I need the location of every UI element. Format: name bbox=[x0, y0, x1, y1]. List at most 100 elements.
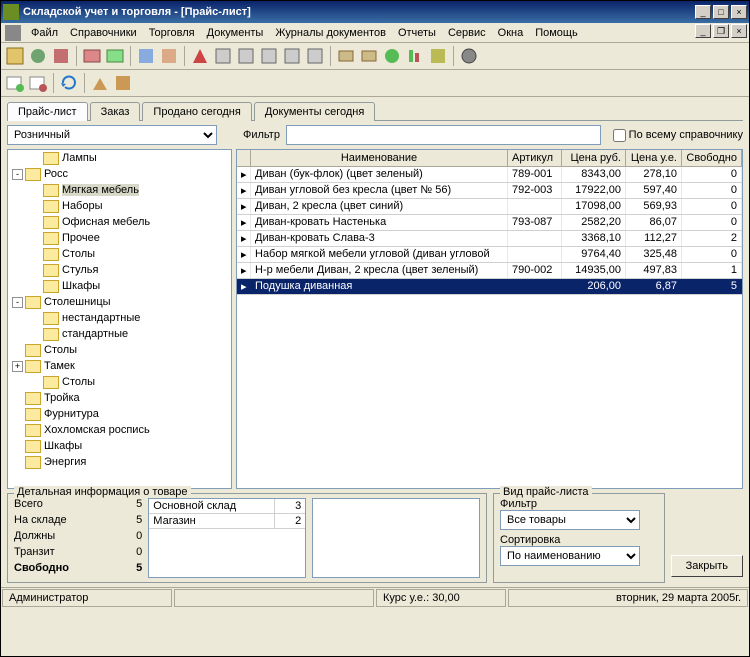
menu-item[interactable]: Торговля bbox=[143, 25, 201, 41]
grid-header[interactable]: Цена у.е. bbox=[626, 150, 682, 166]
tb-icon[interactable] bbox=[82, 46, 102, 66]
grid-row[interactable]: ▸Диван, 2 кресла (цвет синий)17098,00569… bbox=[237, 199, 742, 215]
view-sort-select[interactable]: По наименованию bbox=[500, 546, 640, 566]
grid-row[interactable]: ▸Диван-кровать Настенька793-0872582,2086… bbox=[237, 215, 742, 231]
tb-icon[interactable] bbox=[336, 46, 356, 66]
tb-icon[interactable] bbox=[459, 46, 479, 66]
tb-icon[interactable] bbox=[28, 73, 48, 93]
tb-icon[interactable] bbox=[282, 46, 302, 66]
tree-node[interactable]: -Столешницы bbox=[8, 294, 231, 310]
tree-node[interactable]: Лампы bbox=[8, 150, 231, 166]
tb-icon[interactable] bbox=[136, 46, 156, 66]
menu-item[interactable]: Файл bbox=[25, 25, 64, 41]
mdi-close-button[interactable]: × bbox=[731, 24, 747, 38]
tree-expander[interactable]: - bbox=[12, 169, 23, 180]
tree-node[interactable]: +Тамек bbox=[8, 358, 231, 374]
price-type-select[interactable]: Розничный bbox=[7, 125, 217, 145]
warehouse-row[interactable]: Основной склад3 bbox=[149, 499, 305, 514]
view-filter-select[interactable]: Все товары bbox=[500, 510, 640, 530]
tree-node[interactable]: стандартные bbox=[8, 326, 231, 342]
tb-icon[interactable] bbox=[28, 46, 48, 66]
tree-node[interactable]: Тройка bbox=[8, 390, 231, 406]
grid-header[interactable]: Артикул bbox=[508, 150, 562, 166]
tree-node[interactable]: нестандартные bbox=[8, 310, 231, 326]
tree-node[interactable]: Шкафы bbox=[8, 278, 231, 294]
grid-header[interactable] bbox=[237, 150, 251, 166]
tree-node[interactable]: Мягкая мебель bbox=[8, 182, 231, 198]
mdi-icon bbox=[5, 25, 21, 41]
minimize-button[interactable]: _ bbox=[695, 5, 711, 19]
toolbar-1 bbox=[1, 43, 749, 70]
menu-item[interactable]: Помощь bbox=[529, 25, 584, 41]
tab[interactable]: Прайс-лист bbox=[7, 102, 88, 121]
mdi-restore-button[interactable]: ❐ bbox=[713, 24, 729, 38]
status-rate: Курс у.е.: 30,00 bbox=[376, 589, 506, 607]
tb-icon[interactable] bbox=[213, 46, 233, 66]
tree-node[interactable]: -Росс bbox=[8, 166, 231, 182]
tb-icon[interactable] bbox=[359, 46, 379, 66]
tree-node[interactable]: Энергия bbox=[8, 454, 231, 470]
close-button[interactable]: Закрыть bbox=[671, 555, 743, 577]
grid-header[interactable]: Наименование bbox=[251, 150, 508, 166]
tb-icon[interactable] bbox=[428, 46, 448, 66]
menu-item[interactable]: Отчеты bbox=[392, 25, 442, 41]
tb-icon[interactable] bbox=[90, 73, 110, 93]
tb-icon[interactable] bbox=[405, 46, 425, 66]
tree-node[interactable]: Прочее bbox=[8, 230, 231, 246]
row-icon: ▸ bbox=[237, 215, 251, 230]
stock-table[interactable]: Основной склад3Магазин2 bbox=[148, 498, 306, 578]
tree-node[interactable]: Шкафы bbox=[8, 438, 231, 454]
tb-icon[interactable] bbox=[236, 46, 256, 66]
menu-item[interactable]: Сервис bbox=[442, 25, 492, 41]
tb-icon[interactable] bbox=[51, 46, 71, 66]
grid-header[interactable]: Свободно bbox=[682, 150, 742, 166]
tb-icon[interactable] bbox=[382, 46, 402, 66]
tree-node[interactable]: Столы bbox=[8, 342, 231, 358]
tab[interactable]: Продано сегодня bbox=[142, 102, 251, 121]
tb-icon[interactable] bbox=[105, 46, 125, 66]
tree-expander[interactable]: - bbox=[12, 297, 23, 308]
warehouse-row[interactable]: Магазин2 bbox=[149, 514, 305, 529]
close-button[interactable]: × bbox=[731, 5, 747, 19]
tree-node[interactable]: Офисная мебель bbox=[8, 214, 231, 230]
menu-item[interactable]: Окна bbox=[492, 25, 530, 41]
grid-header[interactable]: Цена руб. bbox=[562, 150, 626, 166]
grid-row[interactable]: ▸Подушка диванная206,006,875 bbox=[237, 279, 742, 295]
menu-item[interactable]: Документы bbox=[201, 25, 270, 41]
grid-row[interactable]: ▸Диван-кровать Слава-33368,10112,272 bbox=[237, 231, 742, 247]
tree-node[interactable]: Стулья bbox=[8, 262, 231, 278]
tab[interactable]: Документы сегодня bbox=[254, 102, 375, 121]
tree-node[interactable]: Столы bbox=[8, 246, 231, 262]
tb-icon[interactable] bbox=[190, 46, 210, 66]
filter-input[interactable] bbox=[286, 125, 601, 145]
tb-icon[interactable] bbox=[159, 46, 179, 66]
detail-panel: Детальная информация о товаре Всего5На с… bbox=[7, 493, 487, 583]
stock-row: Всего5 bbox=[14, 498, 142, 514]
menu-item[interactable]: Справочники bbox=[64, 25, 143, 41]
menu-item[interactable]: Журналы документов bbox=[269, 25, 392, 41]
tb-icon[interactable] bbox=[259, 46, 279, 66]
maximize-button[interactable]: □ bbox=[713, 5, 729, 19]
grid-row[interactable]: ▸Н-р мебели Диван, 2 кресла (цвет зелены… bbox=[237, 263, 742, 279]
grid-row[interactable]: ▸Диван (бук-флок) (цвет зеленый)789-0018… bbox=[237, 167, 742, 183]
tb-icon[interactable] bbox=[5, 73, 25, 93]
mdi-minimize-button[interactable]: _ bbox=[695, 24, 711, 38]
product-grid[interactable]: НаименованиеАртикулЦена руб.Цена у.е.Сво… bbox=[236, 149, 743, 489]
tb-icon[interactable] bbox=[5, 46, 25, 66]
grid-row[interactable]: ▸Набор мягкой мебели угловой (диван угло… bbox=[237, 247, 742, 263]
tb-icon[interactable] bbox=[113, 73, 133, 93]
tree-node[interactable]: Столы bbox=[8, 374, 231, 390]
folder-icon bbox=[25, 408, 41, 421]
tab[interactable]: Заказ bbox=[90, 102, 141, 121]
tree-node[interactable]: Фурнитура bbox=[8, 406, 231, 422]
tree-expander[interactable]: + bbox=[12, 361, 23, 372]
tree-node[interactable]: Хохломская роспись bbox=[8, 422, 231, 438]
folder-icon bbox=[43, 216, 59, 229]
row-icon: ▸ bbox=[237, 167, 251, 182]
full-directory-checkbox[interactable]: По всему справочнику bbox=[613, 129, 743, 142]
tb-icon[interactable] bbox=[305, 46, 325, 66]
grid-row[interactable]: ▸Диван угловой без кресла (цвет № 56)792… bbox=[237, 183, 742, 199]
refresh-icon[interactable] bbox=[59, 73, 79, 93]
tree-node[interactable]: Наборы bbox=[8, 198, 231, 214]
category-tree[interactable]: Лампы-РоссМягкая мебельНаборыОфисная меб… bbox=[7, 149, 232, 489]
